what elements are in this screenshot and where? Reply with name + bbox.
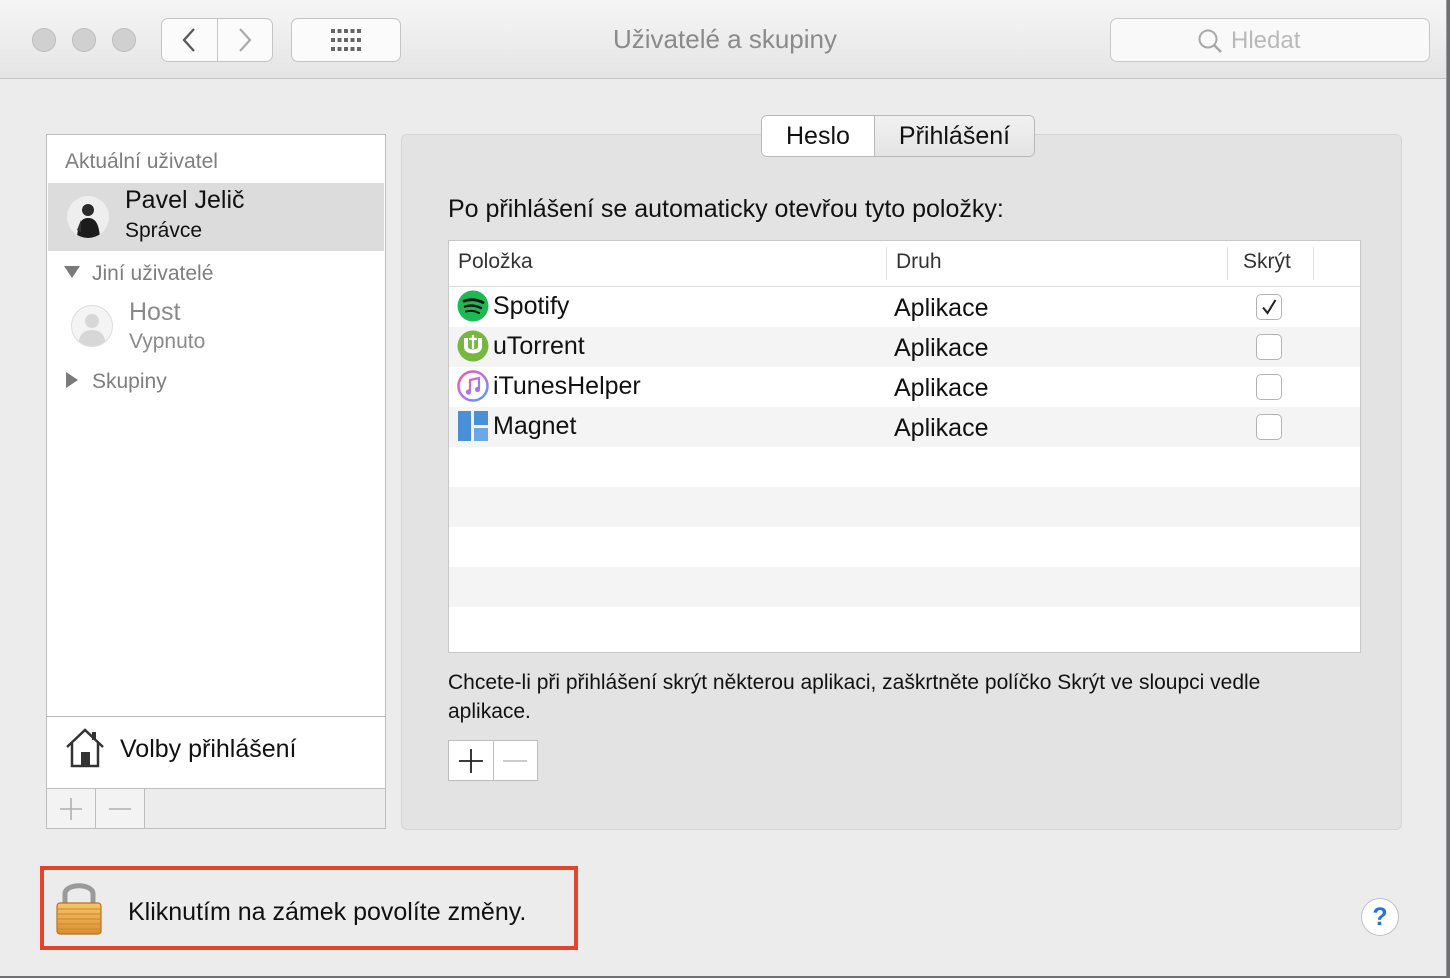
back-button[interactable]	[162, 19, 217, 61]
login-options-label: Volby přihlášení	[120, 735, 297, 763]
users-sidebar: Aktuální uživatel Pavel Jelič Správce Ji…	[46, 134, 386, 717]
search-field[interactable]: Hledat	[1110, 18, 1430, 62]
column-divider	[886, 247, 887, 280]
minus-icon	[109, 807, 131, 810]
search-placeholder: Hledat	[1231, 27, 1301, 54]
grid-icon	[331, 29, 361, 51]
current-user-item[interactable]: Pavel Jelič Správce	[48, 183, 384, 251]
current-user-name: Pavel Jelič	[125, 186, 245, 214]
current-user-role: Správce	[125, 219, 203, 242]
zoom-window-button[interactable]	[112, 28, 136, 52]
current-user-section-label: Aktuální uživatel	[65, 150, 218, 173]
other-users-section-label: Jiní uživatelé	[92, 262, 214, 285]
column-divider	[1313, 247, 1314, 280]
table-row[interactable]: Magnet Aplikace	[449, 407, 1360, 447]
close-window-button[interactable]	[32, 28, 56, 52]
hide-checkbox[interactable]	[1256, 414, 1282, 440]
empty-row	[449, 447, 1360, 487]
question-mark-icon: ?	[1372, 902, 1388, 931]
column-header-hide[interactable]: Skrýt	[1243, 250, 1291, 274]
title-bar: Uživatelé a skupiny Hledat	[0, 0, 1446, 79]
guest-avatar-icon	[71, 305, 113, 347]
login-options-item[interactable]: Volby přihlášení	[46, 716, 386, 789]
empty-row	[449, 487, 1360, 527]
plus-icon	[60, 797, 82, 820]
itunes-icon	[457, 370, 489, 402]
login-items-table: Položka Druh Skrýt Spotify Aplikace uTor…	[448, 240, 1361, 653]
disclosure-right-icon	[66, 372, 78, 388]
disclosure-down-icon	[64, 266, 80, 278]
spotify-icon	[457, 290, 489, 322]
tab-login-items[interactable]: Přihlášení	[873, 116, 1035, 156]
help-button[interactable]: ?	[1361, 898, 1399, 936]
preferences-window: Uživatelé a skupiny Hledat Aktuální uživ…	[0, 0, 1447, 976]
remove-user-button[interactable]	[96, 789, 145, 828]
empty-row	[449, 527, 1360, 567]
tab-password[interactable]: Heslo	[762, 116, 874, 156]
minimize-window-button[interactable]	[72, 28, 96, 52]
item-kind: Aplikace	[894, 414, 989, 442]
groups-section-label: Skupiny	[92, 370, 167, 393]
minus-icon	[503, 759, 528, 762]
checkmark-icon	[1262, 299, 1277, 315]
search-icon	[1198, 29, 1222, 53]
lock-message: Kliknutím na zámek povolíte změny.	[128, 898, 527, 926]
table-header: Položka Druh Skrýt	[449, 241, 1360, 287]
guest-user-name: Host	[129, 298, 181, 326]
navigation-buttons	[161, 18, 273, 62]
hide-checkbox[interactable]	[1256, 294, 1282, 320]
column-divider	[1227, 247, 1228, 280]
item-kind: Aplikace	[894, 294, 989, 322]
house-icon	[66, 728, 104, 768]
guest-user-status: Vypnuto	[129, 330, 206, 353]
login-items-heading: Po přihlášení se automaticky otevřou tyt…	[448, 195, 1004, 223]
chevron-left-icon	[182, 28, 196, 52]
plus-icon	[458, 748, 483, 773]
magnet-icon	[458, 411, 488, 441]
hide-checkbox[interactable]	[1256, 374, 1282, 400]
add-user-button[interactable]	[47, 789, 96, 828]
show-all-button[interactable]	[291, 18, 401, 62]
table-row[interactable]: iTunesHelper Aplikace	[449, 367, 1360, 407]
remove-login-item-button[interactable]	[492, 741, 538, 780]
chevron-right-icon	[238, 28, 252, 52]
empty-row	[449, 567, 1360, 607]
tab-bar: Heslo Přihlášení	[761, 115, 1036, 157]
item-name: uTorrent	[493, 332, 585, 360]
padlock-icon	[56, 883, 102, 935]
forward-button[interactable]	[216, 19, 273, 61]
item-kind: Aplikace	[894, 334, 989, 362]
window-title: Uživatelé a skupiny	[613, 24, 837, 54]
add-login-item-button[interactable]	[449, 741, 493, 780]
table-row[interactable]: uTorrent Aplikace	[449, 327, 1360, 367]
hide-checkbox[interactable]	[1256, 334, 1282, 360]
sidebar-add-remove-bar	[46, 789, 386, 829]
user-avatar	[67, 196, 109, 238]
utorrent-icon	[457, 330, 489, 362]
item-name: iTunesHelper	[493, 372, 641, 400]
table-row[interactable]: Spotify Aplikace	[449, 287, 1360, 327]
login-items-add-remove	[448, 740, 538, 781]
empty-row	[449, 607, 1360, 647]
item-name: Spotify	[493, 292, 570, 320]
hide-hint-text: Chcete-li při přihlášení skrýt některou …	[448, 671, 1261, 723]
item-name: Magnet	[493, 412, 577, 440]
item-kind: Aplikace	[894, 374, 989, 402]
column-header-item[interactable]: Položka	[458, 250, 533, 274]
column-header-kind[interactable]: Druh	[896, 250, 942, 274]
